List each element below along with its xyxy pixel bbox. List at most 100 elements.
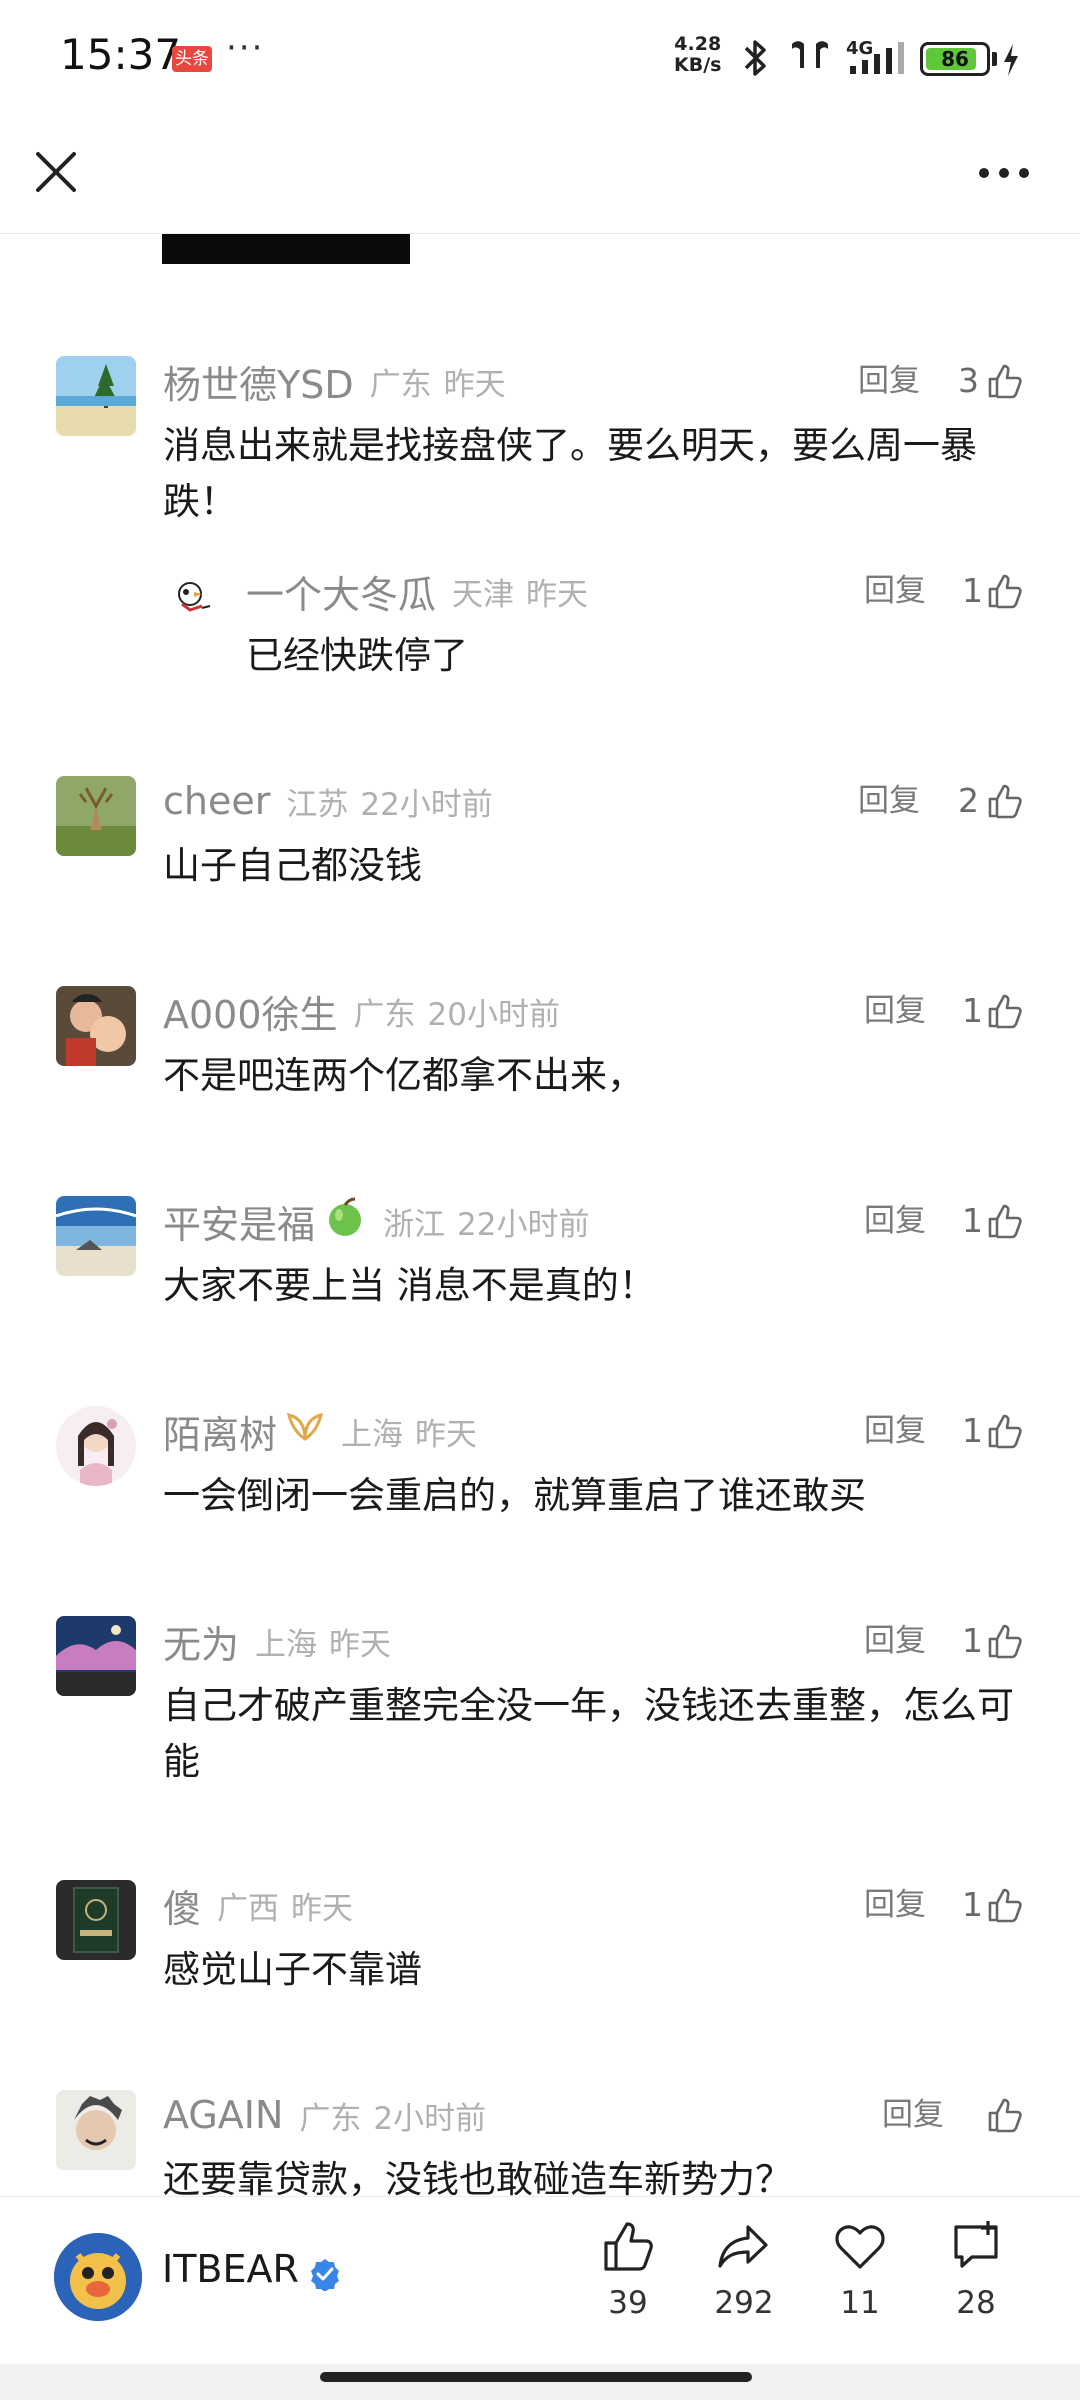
battery-nub	[992, 52, 997, 66]
comment-author[interactable]: 傻	[163, 1878, 201, 1933]
comment-item: AGAIN 广东 2小时前 回复 还要靠贷款，没钱也敢碰造车新势力？	[0, 2090, 1080, 2196]
status-time: 15:37	[60, 30, 182, 79]
reply-button[interactable]: 回复	[864, 1880, 926, 1930]
comment-header: A000徐生 广东 20小时前	[163, 984, 560, 1039]
comment-header: 陌离树 上海 昨天	[163, 1404, 477, 1459]
comment-header: 平安是福 浙江 22小时前	[163, 1194, 590, 1249]
comment-count: 28	[956, 2285, 996, 2321]
charging-icon	[1004, 44, 1018, 76]
comment-time: 昨天	[291, 1890, 354, 1927]
like-count: 1	[962, 1621, 983, 1660]
reply-button[interactable]: 回复	[864, 1196, 926, 1246]
comment-header: 无为 上海 昨天	[163, 1614, 392, 1669]
avatar[interactable]	[56, 1196, 136, 1276]
article-image-partial	[162, 234, 410, 264]
comment-time: 20小时前	[427, 996, 560, 1033]
thumbs-up-icon[interactable]	[986, 1202, 1024, 1240]
thumbs-up-icon[interactable]	[986, 572, 1024, 610]
reply-button[interactable]: 回复	[882, 2090, 944, 2140]
comment-author[interactable]: 无为	[163, 1614, 239, 1669]
home-indicator[interactable]	[320, 2372, 752, 2382]
comment-location: 广东	[353, 996, 416, 1033]
avatar[interactable]	[168, 572, 218, 622]
like-count: 3	[958, 361, 979, 400]
comment-author[interactable]: 陌离树	[163, 1404, 277, 1459]
comment-location: 江苏	[286, 786, 349, 823]
comment-time: 2小时前	[373, 2100, 487, 2137]
battery-percentage: 86	[941, 47, 969, 71]
avatar[interactable]	[56, 1406, 136, 1486]
comment-author[interactable]: 一个大冬瓜	[246, 564, 436, 619]
close-icon[interactable]	[28, 144, 84, 200]
comment-location: 浙江	[383, 1206, 446, 1243]
battery-icon: 86	[920, 42, 990, 76]
comment-author[interactable]: 杨世德YSD	[163, 354, 354, 409]
comment-text: 山子自己都没钱	[163, 844, 422, 887]
like-count: 1	[962, 1411, 983, 1450]
reply-button[interactable]: 回复	[858, 356, 920, 406]
verified-badge-icon	[311, 2259, 339, 2291]
bottom-action-bar: ITBEAR 39 292 11 28	[0, 2196, 1080, 2364]
thumbs-up-icon[interactable]	[986, 1622, 1024, 1660]
like-button[interactable]: 39	[578, 2219, 678, 2339]
comment-text: 一会倒闭一会重启的，就算重启了谁还敢买	[163, 1474, 866, 1517]
network-speed-unit: KB/s	[674, 54, 722, 76]
comment-time: 22小时前	[457, 1206, 590, 1243]
comment-text: 还要靠贷款，没钱也敢碰造车新势力？	[163, 2158, 792, 2196]
author-name[interactable]: ITBEAR	[162, 2247, 299, 2291]
like-count: 1	[962, 571, 983, 610]
thumbs-up-icon[interactable]	[986, 782, 1024, 820]
reply-button[interactable]: 回复	[858, 776, 920, 826]
more-icon[interactable]	[972, 148, 1036, 198]
comment-time: 22小时前	[360, 786, 493, 823]
top-bar	[0, 118, 1080, 234]
thumbs-up-icon[interactable]	[986, 362, 1024, 400]
reply-button[interactable]: 回复	[864, 1616, 926, 1666]
comment-location: 广西	[217, 1890, 280, 1927]
share-button[interactable]: 292	[694, 2219, 794, 2339]
reply-button[interactable]: 回复	[864, 986, 926, 1036]
avatar[interactable]	[56, 2090, 136, 2170]
status-more-icon: ···	[226, 28, 265, 68]
thumbs-up-icon[interactable]	[986, 992, 1024, 1030]
comment-text: 大家不要上当 消息不是真的！	[163, 1264, 656, 1307]
apple-emoji-icon	[323, 1195, 367, 1248]
avatar[interactable]	[56, 776, 136, 856]
avatar[interactable]	[56, 986, 136, 1066]
toutiao-app-icon: 头条	[172, 46, 212, 72]
comment-location: 上海	[341, 1416, 404, 1453]
ribbon-badge-icon	[285, 1407, 325, 1456]
comment-location: 上海	[255, 1626, 318, 1663]
thumbs-up-icon[interactable]	[986, 1886, 1024, 1924]
comment-author[interactable]: A000徐生	[163, 984, 338, 1039]
comment-button[interactable]: 28	[926, 2219, 1026, 2339]
navigation-bar	[0, 2364, 1080, 2400]
comment-add-icon	[954, 2221, 998, 2268]
network-speed: 4.28 KB/s	[674, 34, 721, 76]
like-count: 1	[962, 991, 983, 1030]
comment-author[interactable]: 平安是福	[163, 1194, 315, 1249]
heart-icon	[835, 2225, 885, 2269]
reply-button[interactable]: 回复	[864, 1406, 926, 1456]
like-count: 1	[962, 1885, 983, 1924]
thumbs-up-icon[interactable]	[986, 1412, 1024, 1450]
comment-author[interactable]: AGAIN	[163, 2093, 283, 2137]
avatar[interactable]	[56, 356, 136, 436]
favorite-button[interactable]: 11	[810, 2219, 910, 2339]
comment-location: 广东	[299, 2100, 362, 2137]
reply-button[interactable]: 回复	[864, 566, 926, 616]
avatar[interactable]	[56, 1880, 136, 1960]
avatar[interactable]	[56, 1616, 136, 1696]
earbuds-icon	[792, 41, 828, 68]
share-icon	[718, 2225, 768, 2268]
comment-location: 天津	[452, 576, 515, 613]
comment-text: 不是吧连两个亿都拿不出来，	[163, 1054, 644, 1097]
author-avatar[interactable]	[54, 2233, 142, 2321]
comment-text: 自己才破产重整完全没一年，没钱还去重整，怎么可能	[163, 1684, 1014, 1783]
share-count: 292	[714, 2285, 774, 2321]
comment-header: 杨世德YSD 广东 昨天	[163, 354, 506, 409]
comment-time: 昨天	[329, 1626, 392, 1663]
comment-author[interactable]: cheer	[163, 779, 270, 823]
thumbs-up-icon[interactable]	[986, 2096, 1024, 2134]
like-count: 2	[958, 781, 979, 820]
